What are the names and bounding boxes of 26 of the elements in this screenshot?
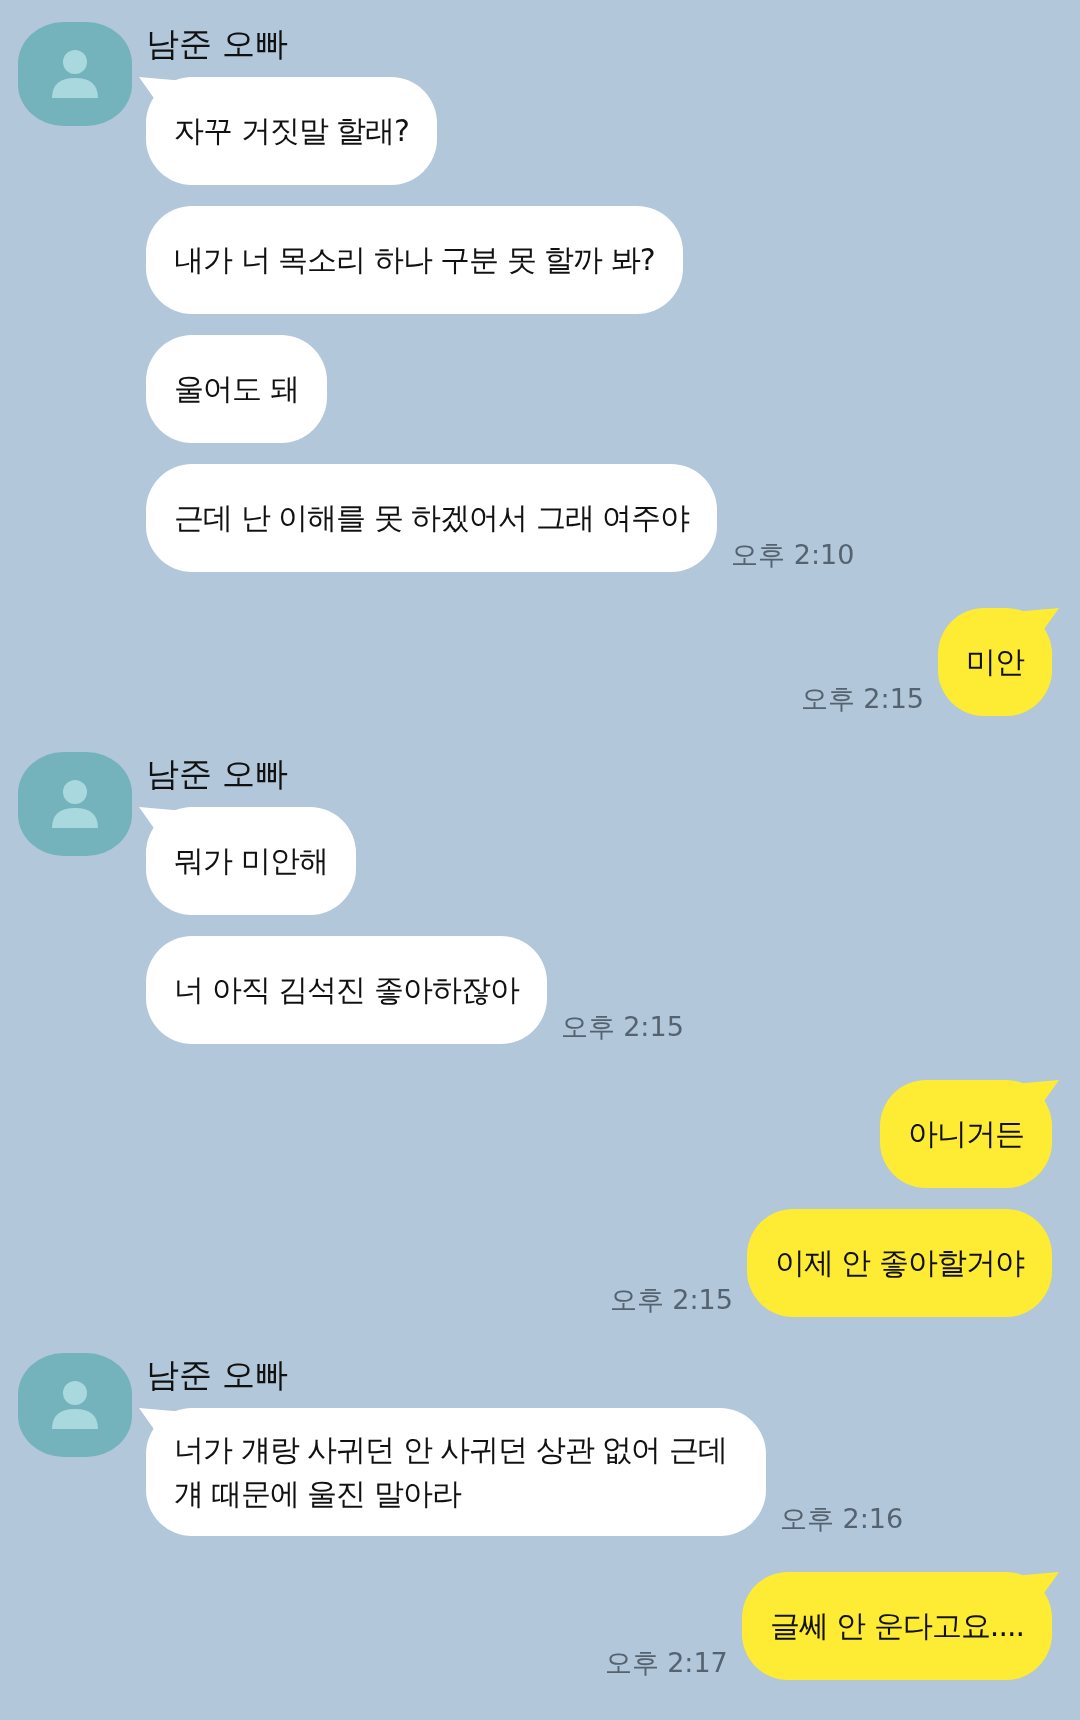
timestamp: 오후 2:16	[780, 1502, 904, 1536]
message-bubble: 울어도 돼	[146, 335, 327, 443]
message-bubble: 미안	[938, 608, 1052, 716]
timestamp: 오후 2:15	[609, 1283, 733, 1317]
avatar[interactable]	[18, 752, 132, 856]
message-bubble: 글쎄 안 운다고요....	[741, 1572, 1052, 1680]
message-bubble: 근데 난 이해를 못 하겠어서 그래 여주야	[146, 464, 718, 572]
timestamp: 오후 2:10	[731, 538, 855, 572]
sender-name: 남준 오빠	[146, 1354, 290, 1396]
person-icon	[51, 49, 99, 99]
person-icon	[51, 1380, 99, 1430]
message-bubble: 아니거든	[880, 1080, 1052, 1188]
sender-name: 남준 오빠	[146, 23, 290, 65]
message-bubble: 뭐가 미안해	[146, 807, 356, 915]
timestamp: 오후 2:15	[560, 1010, 684, 1044]
message-bubble: 너가 걔랑 사귀던 안 사귀던 상관 없어 근데 걔 때문에 울진 말아라	[146, 1408, 766, 1536]
avatar[interactable]	[18, 22, 132, 126]
timestamp: 오후 2:15	[800, 682, 924, 716]
timestamp: 오후 2:17	[604, 1646, 728, 1680]
message-bubble: 자꾸 거짓말 할래?	[146, 77, 437, 185]
message-bubble: 내가 너 목소리 하나 구분 못 할까 봐?	[146, 206, 683, 314]
person-icon	[51, 779, 99, 829]
message-bubble: 너 아직 김석진 좋아하잖아	[146, 936, 547, 1044]
message-bubble: 이제 안 좋아할거야	[746, 1209, 1052, 1317]
sender-name: 남준 오빠	[146, 753, 290, 795]
avatar[interactable]	[18, 1353, 132, 1457]
